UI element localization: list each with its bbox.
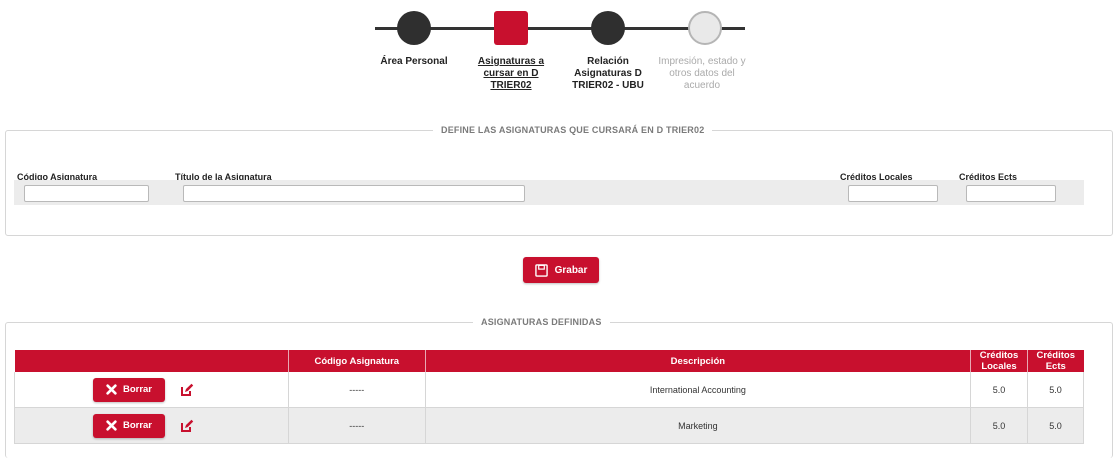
title-input[interactable]	[183, 185, 525, 202]
table-row: Borrar ----- International Accounting 5.…	[14, 372, 1084, 408]
col-header-actions	[14, 350, 289, 372]
save-button[interactable]: Grabar	[523, 257, 599, 283]
step-node-4[interactable]	[688, 11, 722, 45]
delete-button[interactable]: Borrar	[93, 413, 165, 438]
row-actions: Borrar	[14, 407, 289, 444]
step-label-3[interactable]: Relación Asignaturas D TRIER02 - UBU	[564, 56, 652, 92]
close-icon	[106, 420, 117, 431]
col-header-description: Descripción	[425, 350, 972, 372]
floppy-disk-icon	[534, 263, 548, 277]
local-credits-input[interactable]	[848, 185, 938, 202]
row-local-credits: 5.0	[970, 407, 1028, 444]
step-node-3[interactable]	[591, 11, 625, 45]
step-node-2[interactable]	[494, 11, 528, 45]
edit-icon[interactable]	[180, 419, 194, 433]
row-description: Marketing	[425, 407, 972, 444]
row-local-credits: 5.0	[970, 372, 1028, 408]
col-header-local-credits: Créditos Locales	[970, 350, 1028, 372]
close-icon	[106, 384, 117, 395]
row-ects-credits: 5.0	[1027, 407, 1084, 444]
col-header-ects-credits: Créditos Ects	[1027, 350, 1084, 372]
define-subjects-legend: DEFINE LAS ASIGNATURAS QUE CURSARÁ EN D …	[433, 125, 713, 135]
step-label-2[interactable]: Asignaturas a cursar en D TRIER02	[467, 56, 555, 92]
table-header-row: Código Asignatura Descripción Créditos L…	[14, 350, 1084, 372]
row-code: -----	[288, 407, 426, 444]
ects-credits-input[interactable]	[966, 185, 1056, 202]
delete-button-label: Borrar	[122, 384, 153, 395]
save-button-label: Grabar	[554, 264, 588, 276]
row-description: International Accounting	[425, 372, 972, 408]
defined-subjects-legend: ASIGNATURAS DEFINIDAS	[473, 317, 610, 327]
col-header-code: Código Asignatura	[288, 350, 426, 372]
step-node-1[interactable]	[397, 11, 431, 45]
step-label-4: Impresión, estado y otros datos del acue…	[658, 56, 746, 91]
row-actions: Borrar	[14, 372, 289, 408]
defined-subjects-table: Código Asignatura Descripción Créditos L…	[14, 350, 1084, 444]
progress-stepper: Área Personal Asignaturas a cursar en D …	[0, 0, 1113, 110]
code-input[interactable]	[24, 185, 149, 202]
row-code: -----	[288, 372, 426, 408]
delete-button-label: Borrar	[122, 420, 153, 431]
step-label-1[interactable]: Área Personal	[364, 56, 464, 68]
table-row: Borrar ----- Marketing 5.0 5.0	[14, 407, 1084, 444]
row-ects-credits: 5.0	[1027, 372, 1084, 408]
edit-icon[interactable]	[180, 383, 194, 397]
delete-button[interactable]: Borrar	[93, 377, 165, 402]
